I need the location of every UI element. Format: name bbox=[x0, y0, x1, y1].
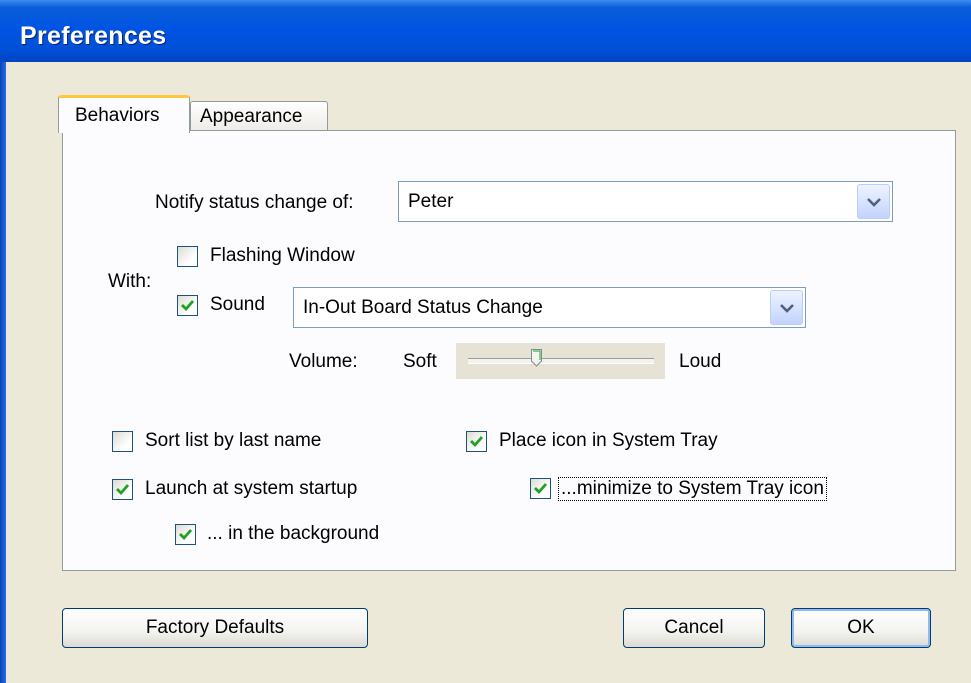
minimize-to-tray-checkbox[interactable] bbox=[530, 478, 551, 499]
chevron-down-icon[interactable] bbox=[770, 290, 803, 325]
tab-appearance[interactable]: Appearance bbox=[190, 101, 328, 131]
in-background-checkbox[interactable] bbox=[175, 524, 196, 545]
check-icon bbox=[116, 484, 130, 496]
volume-soft-label: Soft bbox=[403, 351, 437, 372]
place-icon-in-tray-label: Place icon in System Tray bbox=[499, 430, 718, 451]
notify-contact-value: Peter bbox=[408, 191, 454, 212]
volume-slider-track bbox=[468, 358, 654, 364]
slider-thumb-icon[interactable] bbox=[531, 349, 543, 367]
sort-by-last-name-checkbox[interactable] bbox=[112, 431, 133, 452]
notify-label: Notify status change of: bbox=[155, 192, 354, 213]
window-title: Preferences bbox=[20, 22, 167, 50]
volume-loud-label: Loud bbox=[679, 351, 722, 372]
tab-behaviors[interactable]: Behaviors bbox=[58, 95, 190, 133]
title-bar[interactable]: Preferences bbox=[0, 0, 971, 62]
check-icon bbox=[534, 483, 548, 495]
check-icon bbox=[179, 529, 193, 541]
sound-checkbox[interactable] bbox=[177, 295, 198, 316]
preferences-dialog: Preferences Appearance Behaviors Notify … bbox=[0, 0, 971, 683]
in-background-label: ... in the background bbox=[207, 523, 380, 544]
factory-defaults-button[interactable]: Factory Defaults bbox=[62, 608, 368, 648]
check-icon bbox=[470, 436, 484, 448]
flashing-window-checkbox[interactable] bbox=[177, 246, 198, 267]
sound-select-dropdown[interactable]: In-Out Board Status Change bbox=[293, 287, 806, 328]
notify-contact-dropdown[interactable]: Peter bbox=[398, 181, 893, 222]
volume-slider[interactable] bbox=[456, 343, 665, 379]
tab-appearance-label: Appearance bbox=[200, 105, 303, 127]
launch-at-startup-label: Launch at system startup bbox=[145, 478, 358, 499]
minimize-to-tray-label: ...minimize to System Tray icon bbox=[558, 477, 827, 501]
check-icon bbox=[181, 300, 195, 312]
ok-button[interactable]: OK bbox=[791, 608, 931, 648]
sound-label: Sound bbox=[210, 294, 265, 315]
chevron-down-icon[interactable] bbox=[857, 184, 890, 219]
sound-select-value: In-Out Board Status Change bbox=[303, 297, 543, 318]
launch-at-startup-checkbox[interactable] bbox=[112, 479, 133, 500]
with-label: With: bbox=[108, 271, 152, 292]
volume-label: Volume: bbox=[289, 351, 358, 372]
cancel-button[interactable]: Cancel bbox=[623, 608, 765, 648]
flashing-window-label: Flashing Window bbox=[210, 245, 355, 266]
sort-by-last-name-label: Sort list by last name bbox=[145, 430, 322, 451]
place-icon-in-tray-checkbox[interactable] bbox=[466, 431, 487, 452]
tab-behaviors-label: Behaviors bbox=[75, 104, 160, 126]
window-frame-left bbox=[0, 62, 6, 683]
